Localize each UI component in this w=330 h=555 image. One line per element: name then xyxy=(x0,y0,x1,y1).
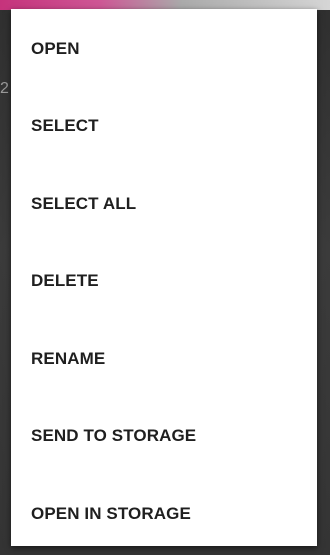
menu-item-open-in-storage[interactable]: OPEN IN STORAGE xyxy=(11,475,317,553)
context-menu: OPEN SELECT SELECT ALL DELETE RENAME SEN… xyxy=(11,9,317,546)
menu-item-send-to-storage[interactable]: SEND TO STORAGE xyxy=(11,398,317,476)
menu-item-select-all[interactable]: SELECT ALL xyxy=(11,165,317,243)
menu-item-delete[interactable]: DELETE xyxy=(11,243,317,321)
background-text-fragment: 2 xyxy=(0,80,9,97)
menu-item-rename[interactable]: RENAME xyxy=(11,320,317,398)
menu-item-select[interactable]: SELECT xyxy=(11,88,317,166)
menu-item-open[interactable]: OPEN xyxy=(11,10,317,88)
